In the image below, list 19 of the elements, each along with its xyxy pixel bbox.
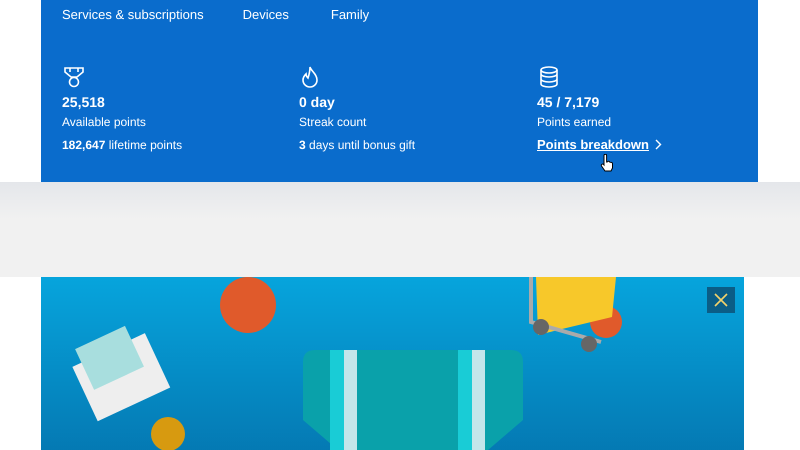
stat-label: Available points	[62, 115, 146, 129]
points-breakdown-link[interactable]: Points breakdown	[537, 137, 649, 152]
nav-link[interactable]: Family	[330, 7, 370, 22]
stat-label: Streak count	[299, 115, 366, 129]
stat-label: Points earned	[537, 115, 612, 129]
stat-value: 25,518	[62, 94, 105, 110]
stat-value: 0 day	[299, 94, 335, 110]
close-icon	[714, 293, 728, 307]
stat-detail: 3 days until bonus gift	[299, 138, 416, 152]
medal-icon	[62, 65, 86, 89]
close-button[interactable]	[707, 287, 735, 313]
stat-detail: 182,647 lifetime points	[62, 138, 182, 152]
chevron-icon	[654, 139, 662, 150]
nav-link[interactable]: Devices	[242, 7, 289, 22]
stat-value: 45 / 7,179	[537, 94, 600, 110]
hand-cursor-icon	[600, 154, 614, 172]
coins-icon	[537, 65, 561, 89]
flame-icon	[299, 65, 321, 89]
nav-link[interactable]: Services & subscriptions	[62, 7, 204, 22]
